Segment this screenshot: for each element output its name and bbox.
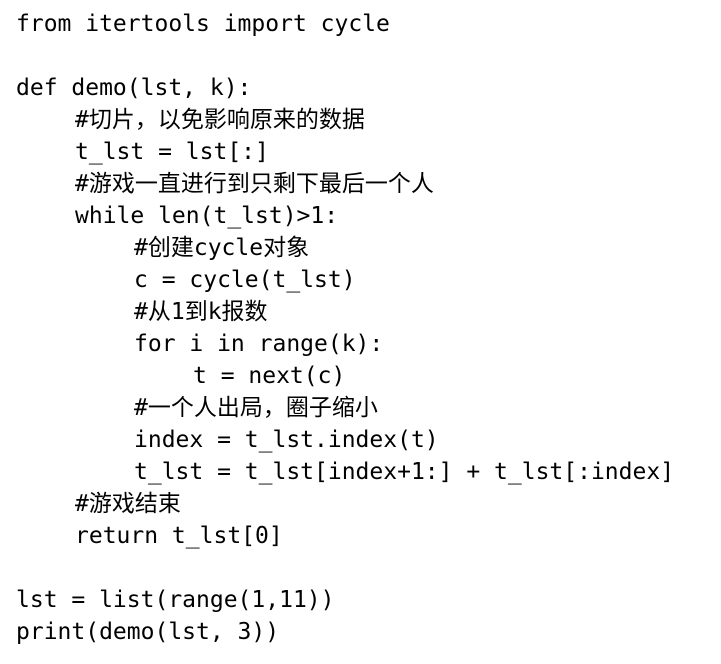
code-comment: #切片，以免影响原来的数据 — [75, 107, 365, 133]
code-comment: #游戏结束 — [75, 491, 181, 517]
code-line: for i in range(k): — [134, 331, 384, 357]
code-comment: #一个人出局，圈子缩小 — [134, 395, 378, 421]
code-comment: #从1到k报数 — [134, 299, 268, 325]
code-line: from itertools import cycle — [16, 11, 390, 37]
code-line: lst = list(range(1,11)) — [16, 587, 335, 613]
code-line: while len(t_lst)>1: — [75, 203, 339, 229]
code-line: print(demo(lst, 3)) — [16, 619, 280, 645]
code-comment: #游戏一直进行到只剩下最后一个人 — [75, 171, 434, 197]
code-comment: #创建cycle对象 — [134, 235, 310, 261]
code-line: index = t_lst.index(t) — [134, 427, 439, 453]
code-line: t_lst = t_lst[index+1:] + t_lst[:index] — [134, 459, 675, 485]
code-block: from itertools import cycle def demo(lst,… — [16, 8, 674, 648]
code-line: return t_lst[0] — [75, 523, 283, 549]
code-line: def demo(lst, k): — [16, 75, 252, 101]
code-line: c = cycle(t_lst) — [134, 267, 356, 293]
code-line: t = next(c) — [193, 363, 346, 389]
code-line: t_lst = lst[:] — [75, 139, 269, 165]
